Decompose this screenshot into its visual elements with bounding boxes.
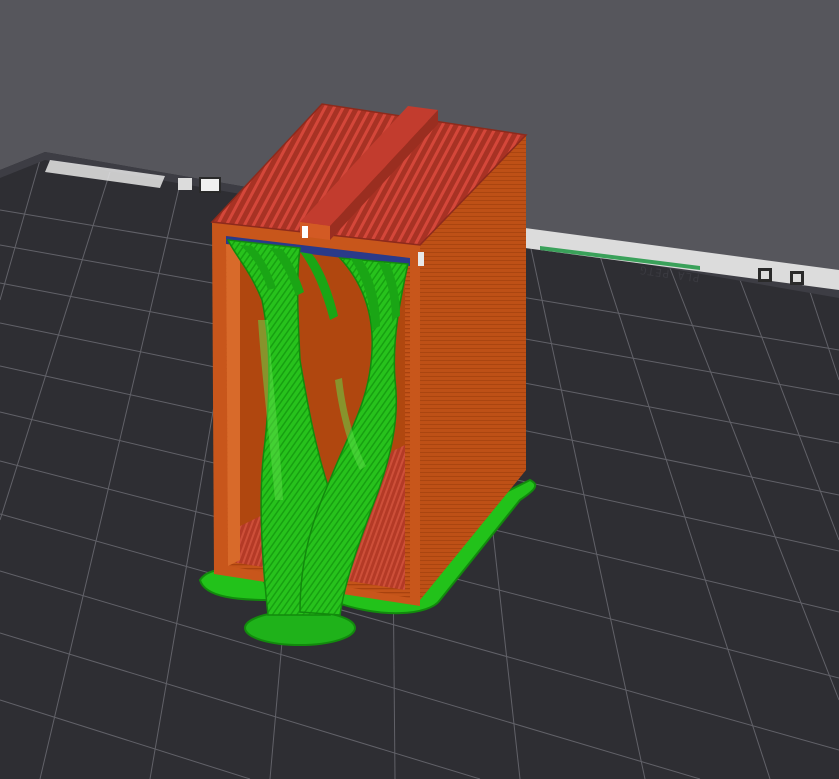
3d-viewport[interactable]: PLA PETG <box>0 0 839 779</box>
bed-corner-icon <box>178 177 221 193</box>
